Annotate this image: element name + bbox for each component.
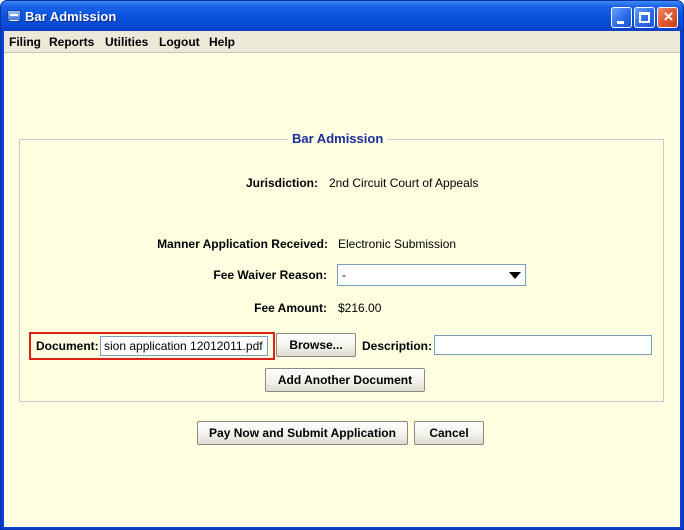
manner-label: Manner Application Received: xyxy=(157,237,328,251)
minimize-icon xyxy=(617,21,624,24)
maximize-icon xyxy=(639,12,650,23)
menu-help[interactable]: Help xyxy=(209,35,235,49)
app-icon xyxy=(7,10,21,22)
window-title: Bar Admission xyxy=(25,9,117,24)
close-button[interactable]: × xyxy=(657,7,678,28)
menu-bar: Filing Reports Utilities Logout Help xyxy=(4,31,680,53)
maximize-button[interactable] xyxy=(634,7,655,28)
jurisdiction-label: Jurisdiction: xyxy=(245,176,318,190)
menu-reports[interactable]: Reports xyxy=(49,35,94,49)
pay-and-submit-button[interactable]: Pay Now and Submit Application xyxy=(197,421,408,445)
description-input[interactable] xyxy=(434,335,652,355)
application-window: Bar Admission × Filing Reports Utilities… xyxy=(0,0,684,530)
document-label: Document: xyxy=(36,339,99,353)
cancel-button[interactable]: Cancel xyxy=(414,421,484,445)
fee-waiver-label: Fee Waiver Reason: xyxy=(213,268,327,282)
fee-amount-label: Fee Amount: xyxy=(254,301,327,315)
close-icon: × xyxy=(663,7,674,26)
fee-amount-value: $216.00 xyxy=(338,301,382,315)
chevron-down-icon[interactable] xyxy=(509,272,521,279)
manner-value: Electronic Submission xyxy=(338,237,457,251)
menu-utilities[interactable]: Utilities xyxy=(105,35,148,49)
title-bar[interactable]: Bar Admission × xyxy=(1,1,683,31)
menu-logout[interactable]: Logout xyxy=(159,35,200,49)
add-another-document-button[interactable]: Add Another Document xyxy=(265,368,425,392)
browse-button[interactable]: Browse... xyxy=(276,333,356,357)
document-input[interactable]: sion application 12012011.pdf xyxy=(100,336,268,356)
jurisdiction-value: 2nd Circuit Court of Appeals xyxy=(329,176,479,190)
group-title: Bar Admission xyxy=(288,131,388,146)
menu-filing[interactable]: Filing xyxy=(9,35,41,49)
fee-waiver-selected: - xyxy=(342,268,346,282)
fee-waiver-select[interactable]: - xyxy=(337,264,526,286)
content-area: Bar Admission Jurisdiction: 2nd Circuit … xyxy=(4,53,680,527)
minimize-button[interactable] xyxy=(611,7,632,28)
description-label: Description: xyxy=(362,339,433,353)
